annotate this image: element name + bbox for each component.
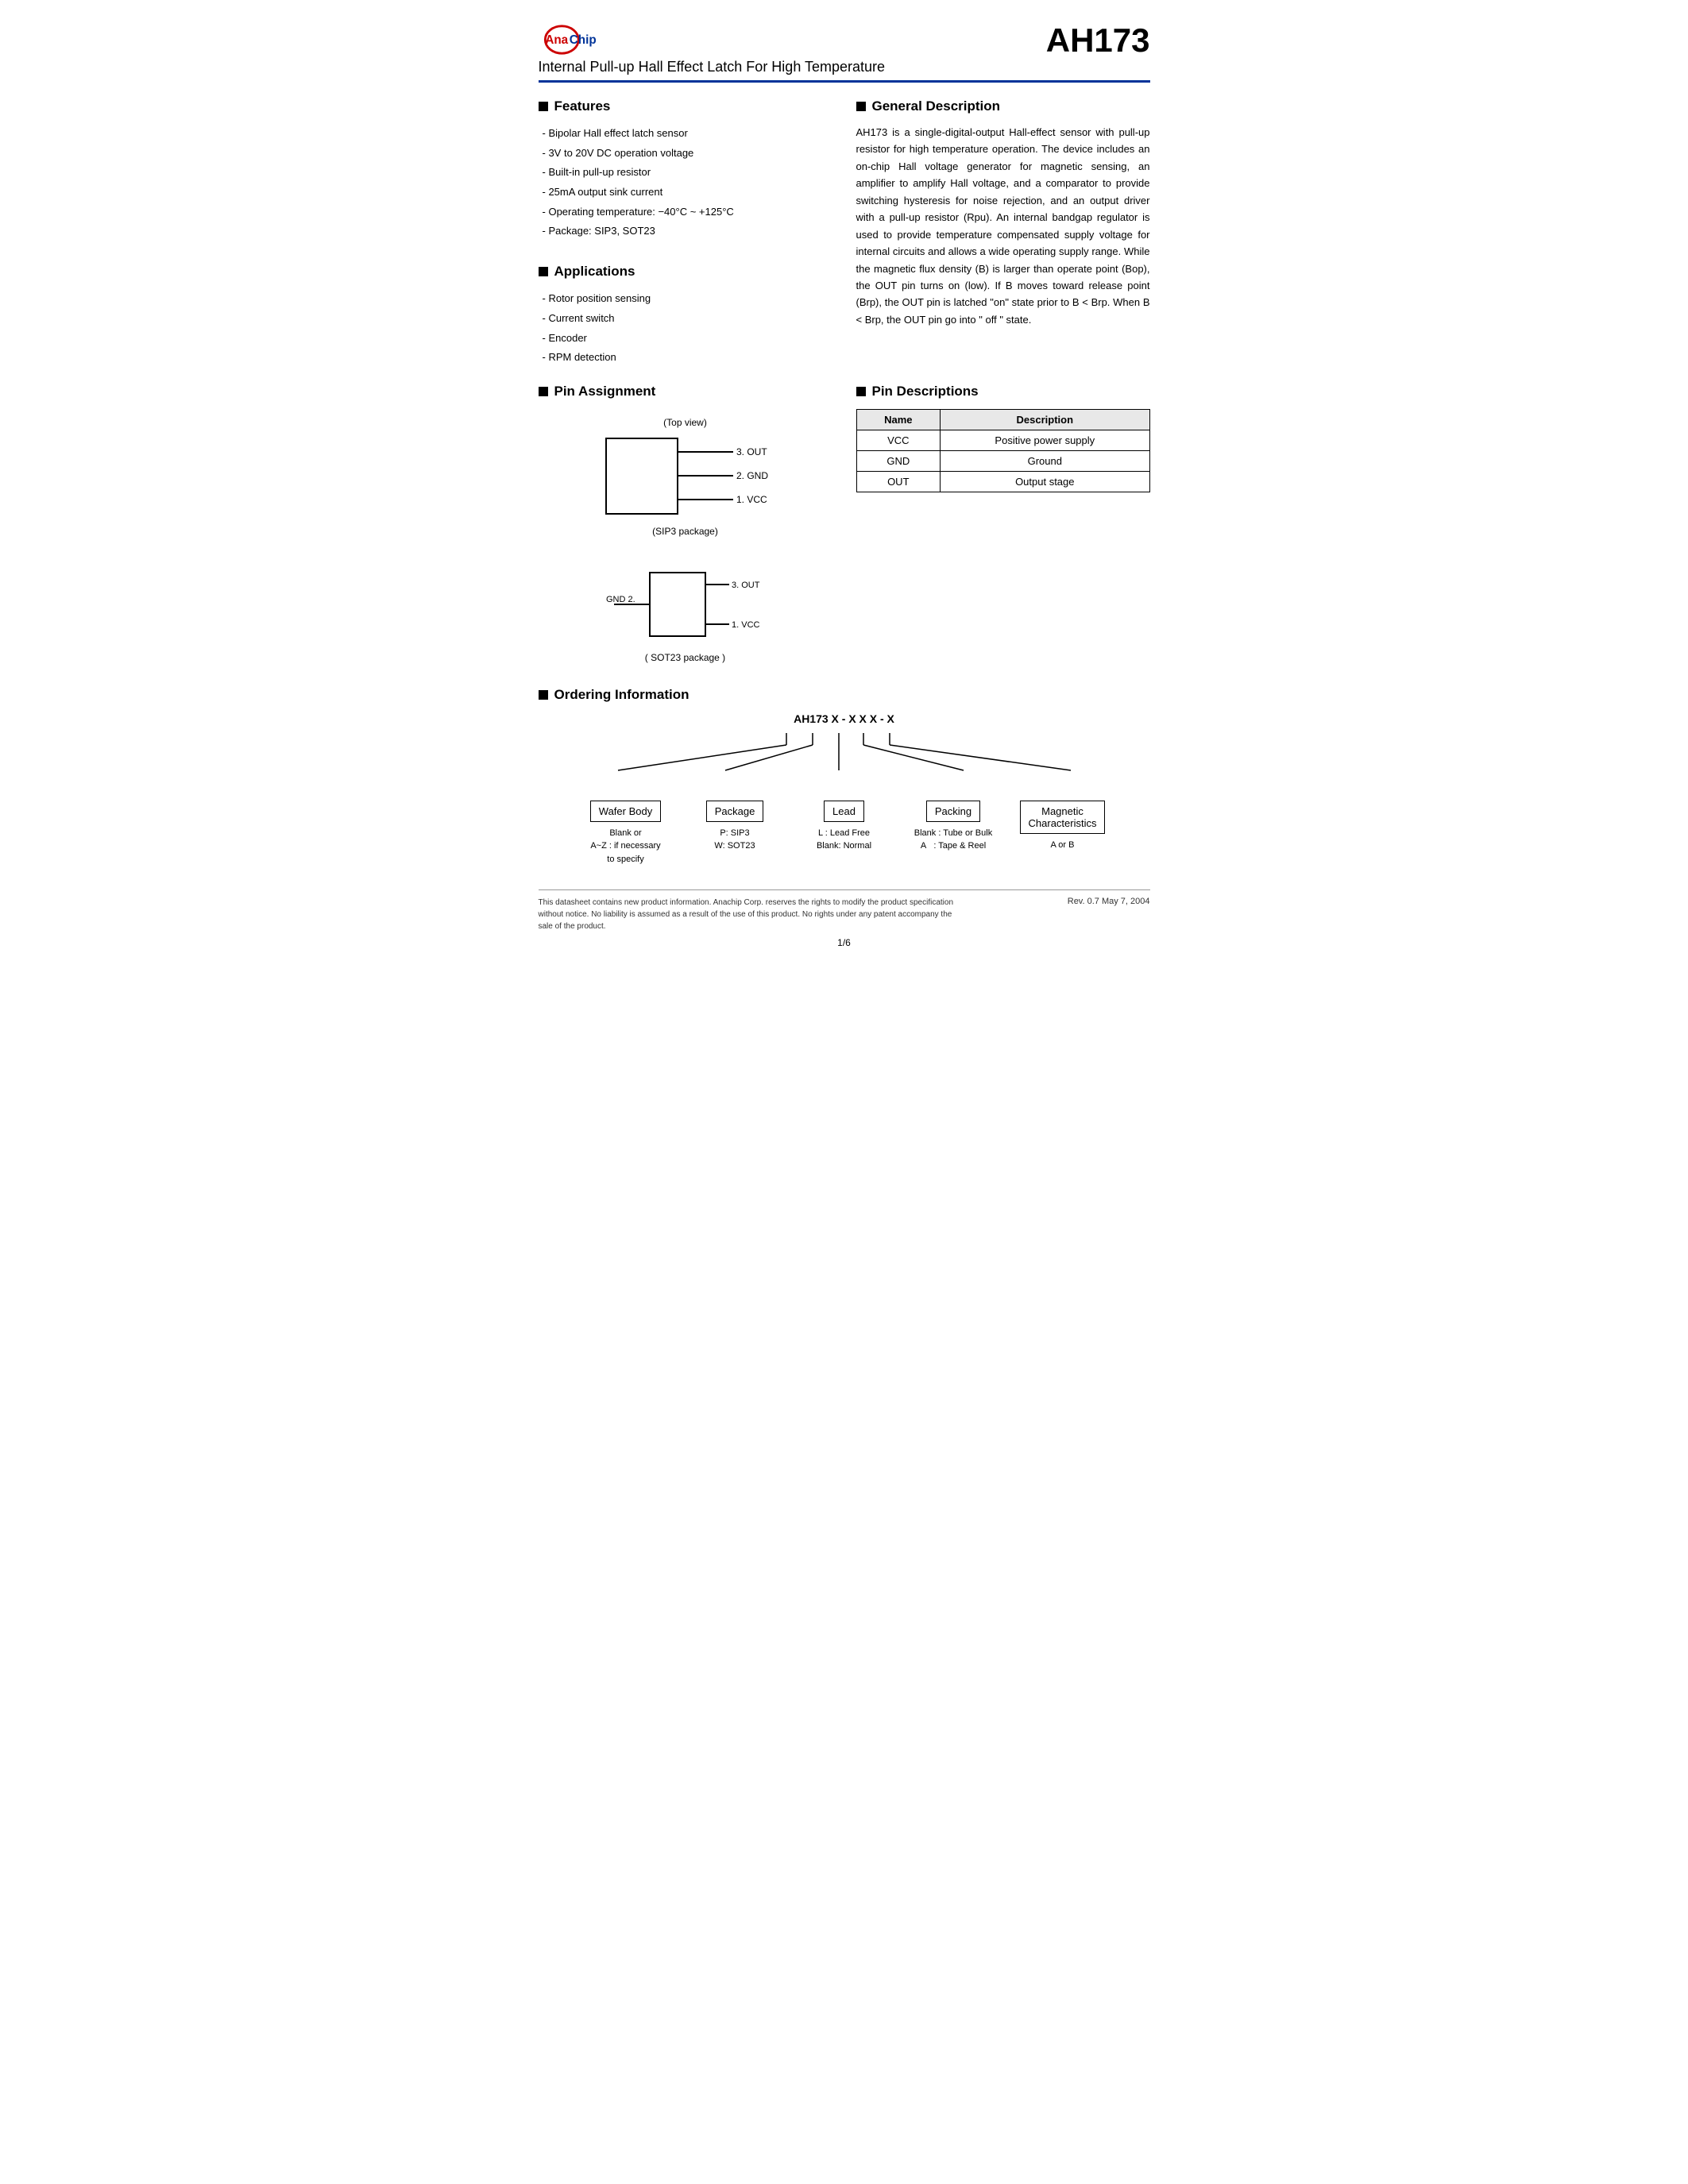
- header-divider: [539, 80, 1150, 83]
- svg-text:3. OUT: 3. OUT: [732, 581, 760, 590]
- lead-label: Lead: [824, 801, 864, 822]
- pin-assignment-section: Pin Assignment (Top view) 3. OUT 2. GND …: [539, 384, 832, 671]
- pin-desc: Ground: [941, 450, 1149, 471]
- svg-text:1. VCC: 1. VCC: [736, 494, 767, 505]
- bullet-icon: [539, 102, 548, 111]
- ordering-title: Ordering Information: [539, 687, 1150, 703]
- pin-name: GND: [856, 450, 941, 471]
- bullet-icon: [539, 387, 548, 396]
- bullet-icon: [856, 387, 866, 396]
- footer-revision: Rev. 0.7 May 7, 2004: [1068, 897, 1150, 906]
- package-box: Package P: SIP3W: SOT23: [683, 801, 786, 853]
- bullet-icon: [856, 102, 866, 111]
- packing-desc: Blank : Tube or BulkA : Tape & Reel: [914, 827, 992, 853]
- table-row: GND Ground: [856, 450, 1149, 471]
- ordering-section: Ordering Information AH173 X - X X X - X: [539, 687, 1150, 866]
- pin-descriptions-section: Pin Descriptions Name Description VCC Po…: [856, 384, 1150, 671]
- wafer-body-label: Wafer Body: [590, 801, 661, 822]
- feature-item: Operating temperature: −40°C ~ +125°C: [543, 203, 832, 222]
- subtitle: Internal Pull-up Hall Effect Latch For H…: [539, 59, 886, 75]
- table-header-row: Name Description: [856, 409, 1149, 430]
- col-desc-header: Description: [941, 409, 1149, 430]
- magnetic-label: MagneticCharacteristics: [1020, 801, 1106, 834]
- applications-section: Applications Rotor position sensing Curr…: [539, 264, 832, 368]
- pin-desc: Output stage: [941, 471, 1149, 492]
- sot23-drawing: GND 2. 3. OUT 1. VCC: [606, 569, 765, 648]
- features-section: Features Bipolar Hall effect latch senso…: [539, 98, 832, 368]
- top-two-col: Features Bipolar Hall effect latch senso…: [539, 98, 1150, 368]
- page-header: Ana Chip Internal Pull-up Hall Effect La…: [539, 24, 1150, 75]
- col-name-header: Name: [856, 409, 941, 430]
- pin-assignment-title: Pin Assignment: [539, 384, 832, 399]
- pin-table: Name Description VCC Positive power supp…: [856, 409, 1150, 492]
- applications-list: Rotor position sensing Current switch En…: [539, 289, 832, 368]
- lead-box: Lead L : Lead FreeBlank: Normal: [793, 801, 896, 853]
- app-item: Rotor position sensing: [543, 289, 832, 309]
- general-description-text: AH173 is a single-digital-output Hall-ef…: [856, 124, 1150, 328]
- app-item: RPM detection: [543, 348, 832, 368]
- bullet-icon: [539, 267, 548, 276]
- table-row: OUT Output stage: [856, 471, 1149, 492]
- packing-box: Packing Blank : Tube or BulkA : Tape & R…: [902, 801, 1005, 853]
- page-number: 1/6: [539, 937, 1150, 948]
- app-item: Encoder: [543, 329, 832, 349]
- svg-text:3. OUT: 3. OUT: [736, 446, 767, 457]
- feature-item: 3V to 20V DC operation voltage: [543, 144, 832, 164]
- pin-name: VCC: [856, 430, 941, 450]
- table-row: VCC Positive power supply: [856, 430, 1149, 450]
- feature-item: Built-in pull-up resistor: [543, 163, 832, 183]
- connector-svg: [574, 729, 1114, 777]
- features-list: Bipolar Hall effect latch sensor 3V to 2…: [539, 124, 832, 241]
- part-number-label: AH173 X - X X X - X: [574, 712, 1114, 725]
- pin-descriptions-title: Pin Descriptions: [856, 384, 1150, 399]
- svg-text:2. GND: 2. GND: [736, 470, 768, 481]
- svg-text:Chip: Chip: [569, 33, 596, 47]
- general-description-title: General Description: [856, 98, 1150, 114]
- feature-item: Package: SIP3, SOT23: [543, 222, 832, 241]
- sip3-label: (SIP3 package): [539, 526, 832, 537]
- wafer-body-box: Wafer Body Blank orA~Z : if necessaryto …: [574, 801, 678, 866]
- ordering-boxes: Wafer Body Blank orA~Z : if necessaryto …: [574, 801, 1114, 866]
- sip3-drawing: 3. OUT 2. GND 1. VCC: [598, 434, 773, 522]
- footer-disclaimer: This datasheet contains new product info…: [539, 897, 967, 932]
- general-description-section: General Description AH173 is a single-di…: [856, 98, 1150, 368]
- page-footer: This datasheet contains new product info…: [539, 889, 1150, 932]
- lead-desc: L : Lead FreeBlank: Normal: [817, 827, 871, 853]
- pin-name: OUT: [856, 471, 941, 492]
- logo-area: Ana Chip Internal Pull-up Hall Effect La…: [539, 24, 886, 75]
- pin-section-row: Pin Assignment (Top view) 3. OUT 2. GND …: [539, 384, 1150, 671]
- feature-item: 25mA output sink current: [543, 183, 832, 203]
- sot23-svg: GND 2. 3. OUT 1. VCC: [606, 569, 765, 648]
- magnetic-desc: A or B: [1051, 839, 1075, 852]
- sot23-diagram: GND 2. 3. OUT 1. VCC ( SOT23 package ): [539, 561, 832, 671]
- sip3-svg: 3. OUT 2. GND 1. VCC: [598, 434, 773, 522]
- bullet-icon: [539, 690, 548, 700]
- svg-text:GND 2.: GND 2.: [606, 595, 635, 604]
- top-view-label: (Top view): [539, 417, 832, 428]
- packing-label: Packing: [926, 801, 980, 822]
- features-title: Features: [539, 98, 832, 114]
- wafer-body-desc: Blank orA~Z : if necessaryto specify: [590, 827, 660, 866]
- app-item: Current switch: [543, 309, 832, 329]
- svg-text:Ana: Ana: [545, 33, 568, 47]
- anachip-logo: Ana Chip: [539, 24, 626, 56]
- applications-title: Applications: [539, 264, 832, 280]
- pin-desc: Positive power supply: [941, 430, 1149, 450]
- sip3-diagram: (Top view) 3. OUT 2. GND 1. VCC (SIP3 pa…: [539, 409, 832, 545]
- magnetic-box: MagneticCharacteristics A or B: [1011, 801, 1114, 852]
- sot23-label: ( SOT23 package ): [539, 652, 832, 663]
- chip-title: AH173: [1046, 24, 1150, 57]
- svg-text:1. VCC: 1. VCC: [732, 620, 760, 630]
- ordering-diagram: AH173 X - X X X - X: [574, 712, 1114, 866]
- package-label-box: Package: [706, 801, 764, 822]
- package-desc: P: SIP3W: SOT23: [714, 827, 755, 853]
- feature-item: Bipolar Hall effect latch sensor: [543, 124, 832, 144]
